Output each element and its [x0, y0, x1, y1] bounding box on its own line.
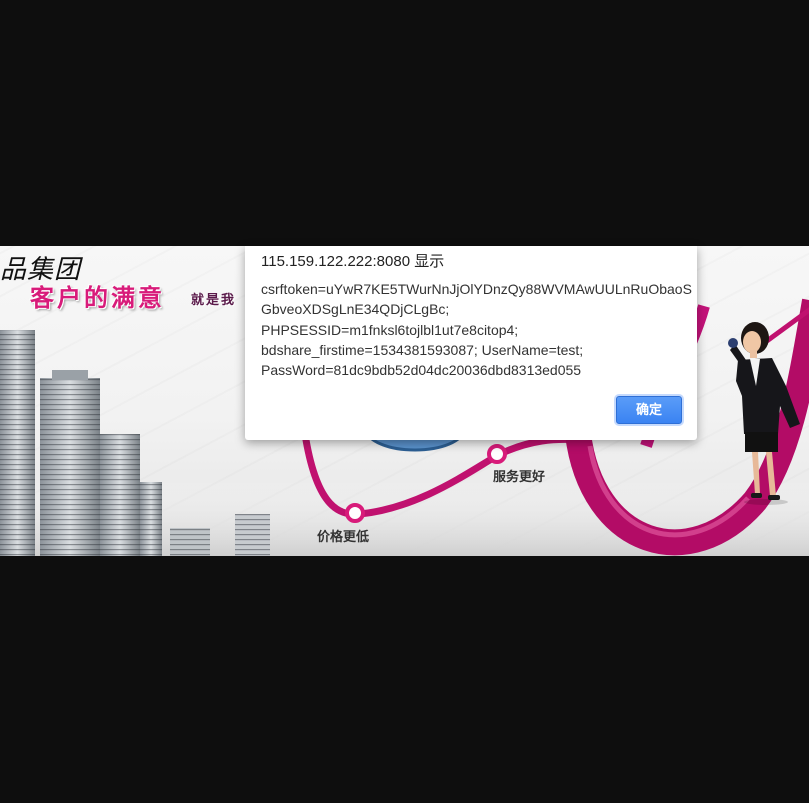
message-line: bdshare_firstime=1534381593087; UserName…	[261, 341, 584, 358]
megaphone-icon	[728, 338, 738, 348]
woman-face	[743, 331, 761, 353]
woman-shadow	[744, 499, 788, 505]
tower-building-4-windows	[140, 482, 162, 556]
slogan-tail-text: 就是我	[191, 292, 237, 307]
dialog-message: csrftoken=uYwR7KE5TWurNnJjOlYDnzQy88WVMA…	[261, 279, 692, 380]
message-line: csrftoken=uYwR7KE5TWurNnJjOlYDnzQy88WVMA…	[261, 281, 692, 297]
message-line: PHPSESSID=m1fnksl6tojlbl1ut7e8citop4;	[261, 321, 519, 338]
tower-building-1-windows	[0, 330, 35, 556]
woman-shoe-left	[751, 493, 762, 498]
letterbox-top	[0, 0, 809, 246]
tower-building-2-top	[52, 370, 88, 380]
dialog-title: 115.159.122.222:8080 显示	[261, 253, 445, 270]
low-building-2-windows	[235, 514, 270, 556]
node-label-service: 服务更好	[493, 469, 546, 484]
woman-neck	[750, 350, 757, 358]
tower-building-3-windows	[100, 434, 140, 556]
letterbox-bottom	[0, 556, 809, 803]
message-line: GbveoXDSgLnE34QDjCLgBc;	[261, 301, 450, 318]
ok-button[interactable]: 确定	[616, 396, 682, 424]
message-line: PassWord=81dc9bdb52d04dc20036dbd8313ed05…	[261, 362, 582, 379]
slogan-text: 客户的满意	[30, 285, 165, 312]
node-label-price: 价格更低	[317, 529, 370, 544]
alert-dialog: 115.159.122.222:8080 显示 csrftoken=uYwR7K…	[245, 246, 697, 440]
node-price	[345, 503, 365, 523]
tower-building-2-windows	[40, 378, 100, 556]
woman-skirt	[745, 432, 778, 452]
low-building-1-windows	[170, 528, 210, 556]
node-service	[487, 444, 507, 464]
